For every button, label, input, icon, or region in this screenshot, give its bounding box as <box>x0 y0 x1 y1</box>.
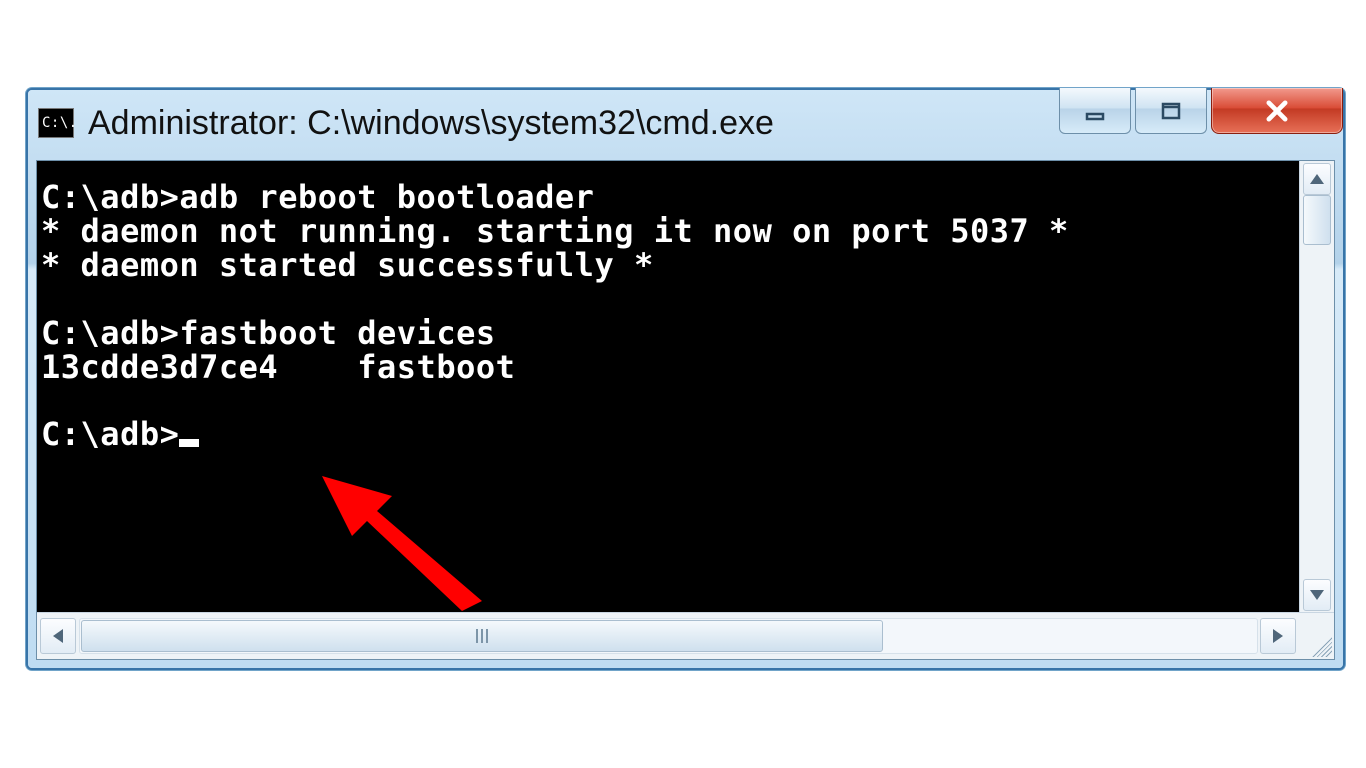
close-icon <box>1263 97 1291 125</box>
horizontal-scrollbar[interactable] <box>37 612 1334 659</box>
scroll-left-button[interactable] <box>40 618 76 654</box>
cmd-app-icon-label: C:\. <box>42 116 78 130</box>
terminal-output[interactable]: C:\adb>adb reboot bootloader * daemon no… <box>37 161 1299 613</box>
maximize-button[interactable] <box>1135 88 1207 134</box>
scrollbar-corner <box>1300 613 1334 659</box>
grip-icon <box>476 629 488 643</box>
text-cursor <box>179 439 199 447</box>
minimize-icon <box>1083 99 1107 123</box>
vertical-scrollbar[interactable] <box>1299 161 1334 613</box>
annotation-arrow-icon <box>312 451 512 611</box>
scroll-down-button[interactable] <box>1303 579 1331 611</box>
chevron-down-icon <box>1310 590 1324 600</box>
chevron-left-icon <box>53 629 63 643</box>
chevron-up-icon <box>1310 174 1324 184</box>
terminal-line: * daemon not running. starting it now on… <box>41 212 1069 250</box>
window-title: Administrator: C:\windows\system32\cmd.e… <box>88 104 774 143</box>
terminal-prompt: C:\adb> <box>41 415 179 453</box>
terminal-line: * daemon started successfully * <box>41 246 654 284</box>
terminal-line: C:\adb>fastboot devices <box>41 314 496 352</box>
terminal-area: C:\adb>adb reboot bootloader * daemon no… <box>37 161 1334 613</box>
vertical-scroll-thumb[interactable] <box>1303 195 1331 245</box>
close-button[interactable] <box>1211 88 1343 134</box>
terminal-line: C:\adb>adb reboot bootloader <box>41 178 594 216</box>
maximize-icon <box>1159 99 1183 123</box>
cmd-app-icon: C:\. <box>38 108 74 138</box>
command-prompt-window: C:\. Administrator: C:\windows\system32\… <box>26 88 1345 670</box>
minimize-button[interactable] <box>1059 88 1131 134</box>
horizontal-scroll-thumb[interactable] <box>81 620 883 652</box>
horizontal-scroll-track[interactable] <box>79 618 1258 654</box>
terminal-line: 13cdde3d7ce4 fastboot <box>41 348 515 386</box>
window-buttons <box>1059 88 1343 134</box>
client-area: C:\adb>adb reboot bootloader * daemon no… <box>36 160 1335 660</box>
titlebar[interactable]: C:\. Administrator: C:\windows\system32\… <box>28 90 1343 156</box>
resize-grip-icon[interactable] <box>1310 635 1332 657</box>
scroll-up-button[interactable] <box>1303 163 1331 195</box>
chevron-right-icon <box>1273 629 1283 643</box>
scroll-right-button[interactable] <box>1260 618 1296 654</box>
